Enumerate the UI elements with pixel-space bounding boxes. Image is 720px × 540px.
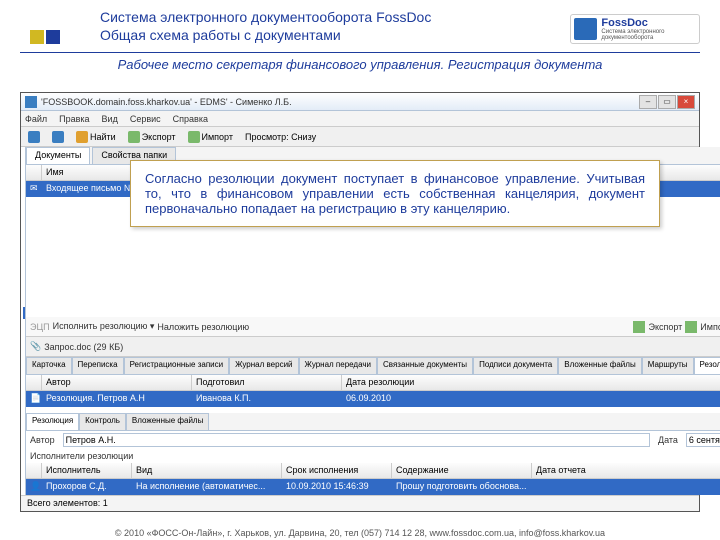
executor-row[interactable]: 👤 Прохоров С.Д. На исполнение (автоматич… bbox=[26, 479, 720, 495]
tab-ver[interactable]: Журнал версий bbox=[229, 357, 298, 374]
slide-header: Система электронного документооборота Fo… bbox=[0, 0, 720, 48]
attachment-strip: 📎Запрос.doc (29 КБ) bbox=[26, 337, 720, 357]
tab-sign[interactable]: Подписи документа bbox=[473, 357, 558, 374]
slide-subtitle: Рабочее место секретаря финансового упра… bbox=[0, 57, 720, 72]
btn-export[interactable]: Экспорт bbox=[648, 322, 682, 332]
product-logo: FossDoc Система электронного документооб… bbox=[570, 14, 700, 44]
tree-node: Сименко Л.Б. bbox=[23, 173, 25, 185]
toolbar-find[interactable]: Найти bbox=[73, 130, 119, 144]
toolbar-forward[interactable] bbox=[49, 130, 67, 144]
executors-header: Исполнитель Вид Срок исполнения Содержан… bbox=[26, 463, 720, 479]
menubar: Файл Правка Вид Сервис Справка bbox=[21, 111, 699, 127]
author-field[interactable]: Петров А.Н. bbox=[63, 433, 650, 447]
subtab-files[interactable]: Вложенные файлы bbox=[126, 413, 209, 430]
minimize-button[interactable]: – bbox=[639, 95, 657, 109]
tree-root: Личная папка "Сименко Л.Б." bbox=[23, 149, 25, 161]
tab-documents[interactable]: Документы bbox=[26, 147, 90, 164]
maximize-button[interactable]: ▭ bbox=[658, 95, 676, 109]
tab-corr[interactable]: Переписка bbox=[72, 357, 124, 374]
tab-resolutions[interactable]: Резолюции bbox=[694, 357, 720, 374]
menu-edit[interactable]: Правка bbox=[59, 114, 89, 124]
author-row: Автор Петров А.Н. Дата 6 сентября 2010 г bbox=[26, 431, 720, 449]
slide-footer: © 2010 «ФОСС-Он-Лайн», г. Харьков, ул. Д… bbox=[0, 528, 720, 538]
app-icon bbox=[25, 96, 37, 108]
menu-help[interactable]: Справка bbox=[173, 114, 208, 124]
subtab-resolution[interactable]: Резолюция bbox=[26, 413, 79, 430]
resolution-subtabs: Резолюция Контроль Вложенные файлы bbox=[26, 413, 720, 431]
resolution-row[interactable]: 📄 Резолюция. Петров А.Н Иванова К.П. 06.… bbox=[26, 391, 720, 407]
explanation-callout: Согласно резолюции документ поступает в … bbox=[130, 160, 660, 227]
executors-label: Исполнители резолюции bbox=[30, 451, 133, 461]
app-window: 'FOSSBOOK.domain.foss.kharkov.ua' - EDMS… bbox=[20, 92, 700, 512]
divider bbox=[20, 52, 700, 53]
decorative-boxes bbox=[30, 30, 62, 46]
menu-file[interactable]: Файл bbox=[25, 114, 47, 124]
toolbar-import[interactable]: Импорт bbox=[185, 130, 236, 144]
logo-icon bbox=[574, 18, 597, 40]
logo-main: FossDoc bbox=[601, 18, 699, 29]
exec-resolution-button[interactable]: Исполнить резолюцию ▾ bbox=[53, 321, 155, 332]
tree-node: Отчеты bbox=[23, 343, 25, 355]
resolution-list-header: Автор Подготовил Дата резолюции bbox=[26, 375, 720, 391]
btn-import[interactable]: Импорт bbox=[700, 322, 720, 332]
status-bar: Всего элементов: 1 bbox=[21, 495, 699, 511]
resolution-toolbar: ЭЦП Исполнить резолюцию ▾ Наложить резол… bbox=[26, 317, 720, 337]
subtab-control[interactable]: Контроль bbox=[79, 413, 126, 430]
close-button[interactable]: × bbox=[677, 95, 695, 109]
window-titlebar: 'FOSSBOOK.domain.foss.kharkov.ua' - EDMS… bbox=[21, 93, 699, 111]
window-title: 'FOSSBOOK.domain.foss.kharkov.ua' - EDMS… bbox=[41, 97, 292, 107]
tab-reg[interactable]: Регистрационные записи bbox=[124, 357, 230, 374]
add-resolution-button[interactable]: Наложить резолюцию bbox=[157, 322, 249, 332]
menu-service[interactable]: Сервис bbox=[130, 114, 161, 124]
logo-sub: Система электронного документооборота bbox=[601, 29, 699, 41]
menu-view[interactable]: Вид bbox=[102, 114, 118, 124]
tab-linked[interactable]: Связанные документы bbox=[377, 357, 473, 374]
tab-jrnl[interactable]: Журнал передачи bbox=[299, 357, 378, 374]
tab-files[interactable]: Вложенные файлы bbox=[558, 357, 641, 374]
tab-card[interactable]: Карточка bbox=[26, 357, 72, 374]
toolbar-export[interactable]: Экспорт bbox=[125, 130, 179, 144]
toolbar-back[interactable] bbox=[25, 130, 43, 144]
main-toolbar: Найти Экспорт Импорт Просмотр: Снизу bbox=[21, 127, 699, 147]
date-field[interactable]: 6 сентября 2010 г bbox=[686, 433, 720, 447]
toolbar-preview[interactable]: Просмотр: Снизу bbox=[242, 131, 319, 143]
status-count: Всего элементов: 1 bbox=[27, 498, 108, 508]
attachment-name[interactable]: Запрос.doc (29 КБ) bbox=[44, 342, 123, 352]
tab-routes[interactable]: Маршруты bbox=[642, 357, 694, 374]
detail-tabs: Карточка Переписка Регистрационные запис… bbox=[26, 357, 720, 375]
